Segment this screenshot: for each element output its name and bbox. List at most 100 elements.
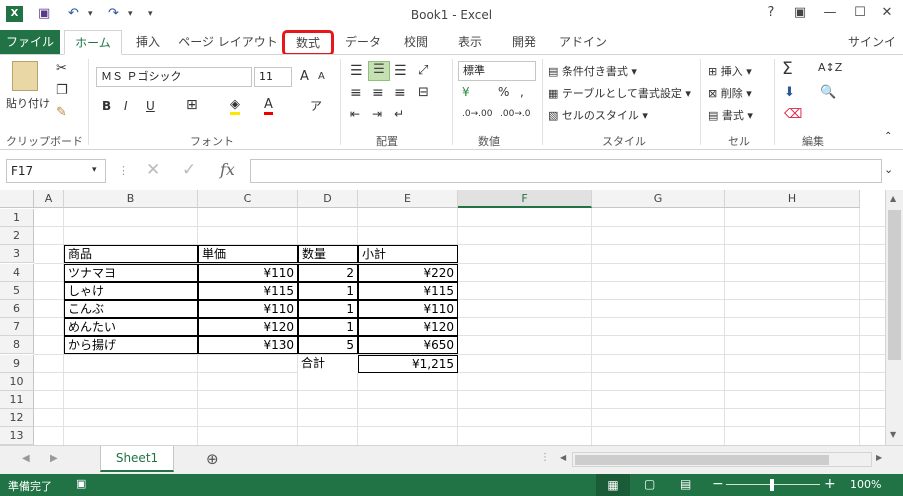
sheet-prev-icon[interactable]: ◀ [22,453,30,464]
insert-function-button[interactable]: fx [220,160,235,179]
horizontal-scrollbar[interactable] [572,452,872,467]
table-header-cell[interactable]: 単価 [198,245,298,264]
underline-button[interactable]: U [146,99,155,113]
normal-view-icon[interactable]: ▦ [596,474,630,496]
tab-review[interactable]: 校閲 [394,30,438,55]
page-layout-view-icon[interactable]: ▢ [644,477,655,491]
currency-icon[interactable]: ¥ [462,85,470,99]
table-cell[interactable]: こんぶ [64,300,198,318]
table-cell[interactable]: ¥110 [198,300,298,318]
table-cell[interactable]: 1 [298,281,358,300]
font-color-icon[interactable]: A [264,97,273,115]
format-painter-icon[interactable]: ✎ [56,105,67,120]
zoom-in-icon[interactable]: + [824,476,836,492]
collapse-ribbon-icon[interactable]: ⌃ [884,131,892,142]
row-header-7[interactable]: 7 [0,318,34,337]
ribbon-display-button[interactable]: ▣ [790,5,810,20]
delete-cells-button[interactable]: ⊠ 削除 ▾ [708,85,752,101]
scroll-down-icon[interactable]: ▼ [890,430,896,439]
find-select-icon[interactable]: 🔍 [820,85,836,100]
fill-icon[interactable]: ⬇ [784,85,795,100]
number-format-select[interactable]: 標準 [458,61,536,81]
bold-button[interactable]: B [102,99,111,113]
column-header-g[interactable]: G [592,190,725,208]
name-box[interactable]: F17 [6,159,106,183]
vertical-scrollbar[interactable]: ▲ ▼ [885,190,903,445]
cut-icon[interactable]: ✂ [56,61,67,76]
zoom-level[interactable]: 100% [850,478,881,491]
column-header-h[interactable]: H [725,190,860,208]
increase-indent-icon[interactable]: ⇥ [372,107,382,121]
column-header-b[interactable]: B [64,190,198,208]
new-sheet-button[interactable]: ⊕ [206,450,219,468]
column-header-a[interactable]: A [34,190,64,208]
tab-insert[interactable]: 挿入 [126,30,170,55]
table-cell[interactable]: ¥220 [358,263,458,282]
align-middle-icon[interactable]: ☰ [368,61,390,81]
clear-icon[interactable]: ⌫ [784,107,802,122]
name-box-dropdown-icon[interactable]: ▾ [92,165,97,175]
column-header-d[interactable]: D [298,190,358,208]
close-button[interactable]: ✕ [877,5,897,20]
tab-formulas[interactable]: 数式 [282,30,334,56]
table-cell[interactable]: から揚げ [64,336,198,355]
hscroll-right-icon[interactable]: ▶ [876,453,882,462]
sheet-next-icon[interactable]: ▶ [50,453,58,464]
table-cell[interactable]: ¥115 [198,281,298,300]
row-header-12[interactable]: 12 [0,409,34,428]
tab-data[interactable]: データ [340,30,386,55]
sheet-tab-sheet1[interactable]: Sheet1 [100,446,174,472]
row-header-10[interactable]: 10 [0,372,34,391]
font-name-select[interactable]: ＭＳ Ｐゴシック [96,67,252,87]
row-header-11[interactable]: 11 [0,391,34,409]
sort-filter-icon[interactable]: A↕Z [818,61,842,74]
signin-link[interactable]: サインイン [848,30,903,73]
merge-center-icon[interactable]: ⊟ [418,85,429,100]
table-cell[interactable]: ツナマヨ [64,263,198,282]
column-header-e[interactable]: E [358,190,458,208]
row-header-3[interactable]: 3 [0,245,34,264]
table-cell[interactable]: 1 [298,300,358,318]
align-top-icon[interactable]: ☰ [350,63,363,79]
table-cell[interactable]: 5 [298,336,358,355]
tab-page-layout[interactable]: ページ レイアウト [178,30,278,55]
grow-font-icon[interactable]: A [300,69,309,84]
worksheet-grid[interactable]: ABCDEFGH 1 2 3 4 5 6 7 8 9 10 11 12 13 商品 単価 数量 小計 ツナマヨ ¥… [0,190,885,446]
orientation-icon[interactable]: ⤢ [418,63,428,78]
scroll-thumb[interactable] [888,210,901,360]
format-cells-button[interactable]: ▤ 書式 ▾ [708,107,753,123]
increase-decimal-icon[interactable]: .0→.00 [462,109,492,119]
scroll-up-icon[interactable]: ▲ [890,194,896,203]
row-header-6[interactable]: 6 [0,300,34,318]
decrease-decimal-icon[interactable]: .00→.0 [500,109,530,119]
row-header-9[interactable]: 9 [0,354,34,373]
row-header-8[interactable]: 8 [0,336,34,355]
total-value-cell[interactable]: ¥1,215 [358,354,458,373]
align-left-icon[interactable]: ≡ [350,85,362,101]
select-all-button[interactable] [0,190,34,208]
autosum-icon[interactable]: Σ [782,59,793,79]
conditional-formatting-button[interactable]: ▤ 条件付き書式 ▾ [548,63,637,79]
insert-cells-button[interactable]: ⊞ 挿入 ▾ [708,63,752,79]
table-cell[interactable]: ¥130 [198,336,298,355]
row-header-4[interactable]: 4 [0,263,34,282]
row-header-2[interactable]: 2 [0,227,34,246]
copy-icon[interactable]: ❐ [56,83,68,98]
table-header-cell[interactable]: 数量 [298,245,358,264]
tab-addins[interactable]: アドイン [556,30,610,55]
table-header-cell[interactable]: 商品 [64,245,198,264]
row-header-5[interactable]: 5 [0,281,34,300]
table-cell[interactable]: ¥120 [358,318,458,337]
page-break-view-icon[interactable]: ▤ [680,477,691,491]
total-label-cell[interactable]: 合計 [298,354,358,373]
hscroll-left-icon[interactable]: ◀ [560,453,566,462]
table-cell[interactable]: 1 [298,318,358,337]
comma-button[interactable]: , [520,85,524,99]
align-center-icon[interactable]: ≡ [372,85,384,101]
enter-icon[interactable]: ✓ [182,160,196,180]
font-size-select[interactable]: 11 [254,67,292,87]
table-cell[interactable]: しゃけ [64,281,198,300]
minimize-button[interactable]: — [820,5,840,20]
format-as-table-button[interactable]: ▦ テーブルとして書式設定 ▾ [548,85,691,101]
table-cell[interactable]: 2 [298,263,358,282]
